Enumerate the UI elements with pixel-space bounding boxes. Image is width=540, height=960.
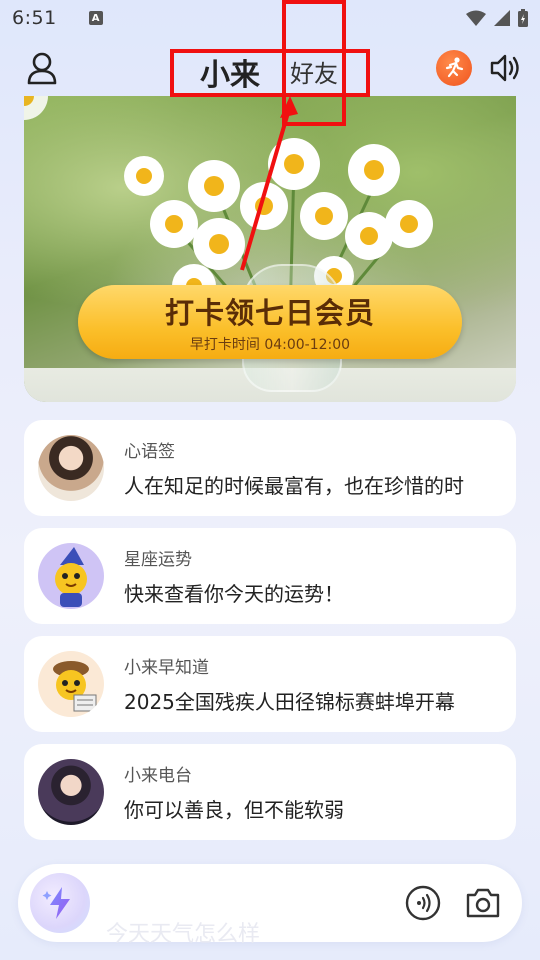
card-label: 心语签 bbox=[124, 442, 175, 462]
card-label: 小来电台 bbox=[124, 766, 192, 786]
card-content: 你可以善良，但不能软弱 bbox=[124, 798, 344, 822]
runner-glyph bbox=[445, 57, 464, 78]
voice-icon bbox=[405, 885, 441, 921]
runner-icon[interactable] bbox=[436, 50, 472, 86]
card-news[interactable]: 小来早知道 2025全国残疾人田径锦标赛蚌埠开幕 bbox=[24, 636, 516, 732]
checkin-banner[interactable]: 打卡领七日会员 早打卡时间 04:00-12:00 bbox=[24, 96, 516, 402]
checkin-title: 打卡领七日会员 bbox=[164, 296, 375, 330]
user-icon[interactable] bbox=[22, 48, 62, 88]
wizard-mascot-avatar bbox=[38, 543, 104, 609]
page-title[interactable]: 小来 bbox=[200, 50, 260, 94]
tab-friends[interactable]: 好友 bbox=[290, 54, 338, 89]
notification-icon: A bbox=[88, 11, 103, 25]
user-icon-glyph bbox=[27, 52, 57, 85]
wizard-mascot-icon bbox=[55, 547, 87, 607]
card-label: 星座运势 bbox=[124, 550, 192, 570]
newsboy-mascot-icon bbox=[53, 661, 97, 712]
battery-icon bbox=[518, 9, 528, 27]
checkin-button[interactable]: 打卡领七日会员 早打卡时间 04:00-12:00 bbox=[78, 285, 462, 359]
card-label: 小来早知道 bbox=[124, 658, 209, 678]
newsboy-mascot-avatar bbox=[38, 651, 104, 717]
signal-icon bbox=[494, 10, 510, 26]
card-horoscope[interactable]: 星座运势 快来查看你今天的运势！ bbox=[24, 528, 516, 624]
input-placeholder[interactable]: 今天天气怎么样 bbox=[106, 916, 260, 948]
speaker-glyph bbox=[490, 54, 519, 82]
status-time: 6:51 bbox=[12, 7, 57, 29]
daisy-flower bbox=[24, 96, 48, 120]
card-content: 人在知足的时候最富有，也在珍惜的时 bbox=[124, 474, 464, 498]
woman-portrait-avatar bbox=[38, 435, 104, 501]
header: 小来 好友 bbox=[0, 40, 540, 96]
status-bar: 6:51 A bbox=[0, 0, 540, 36]
card-xinyuqian[interactable]: 心语签 人在知足的时候最富有，也在珍惜的时 bbox=[24, 420, 516, 516]
speaker-icon[interactable] bbox=[486, 48, 526, 88]
status-icons bbox=[466, 9, 528, 27]
wifi-icon bbox=[466, 10, 486, 26]
card-content: 2025全国残疾人田径锦标赛蚌埠开幕 bbox=[124, 690, 455, 714]
camera-button[interactable] bbox=[464, 884, 502, 922]
input-bar[interactable]: 今天天气怎么样 bbox=[18, 864, 522, 947]
ai-assistant-button[interactable] bbox=[30, 873, 90, 933]
lightning-icon bbox=[42, 887, 70, 919]
voice-button[interactable] bbox=[404, 884, 442, 922]
camera-icon bbox=[466, 888, 500, 918]
girl-portrait-avatar bbox=[38, 759, 104, 825]
card-content: 快来查看你今天的运势！ bbox=[124, 582, 344, 606]
card-radio[interactable]: 小来电台 你可以善良，但不能软弱 bbox=[24, 744, 516, 840]
checkin-time: 早打卡时间 04:00-12:00 bbox=[189, 337, 351, 353]
